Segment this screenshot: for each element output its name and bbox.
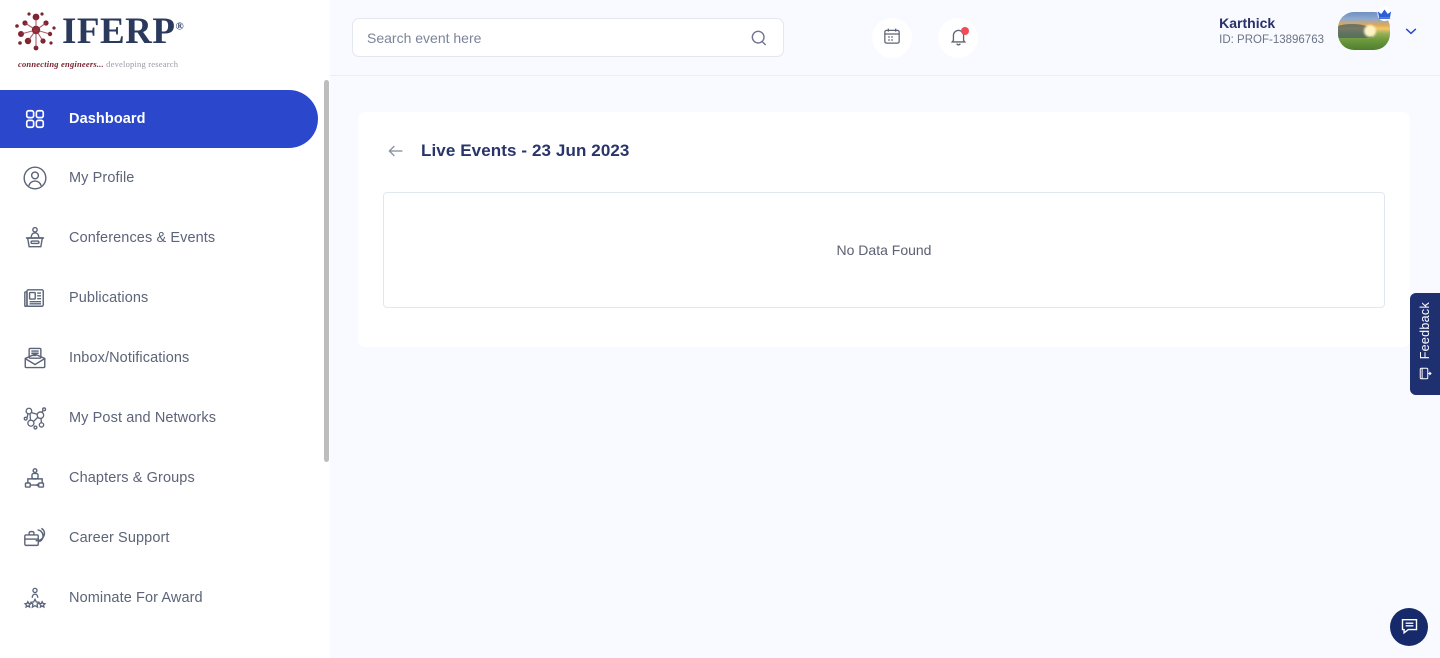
podium-icon <box>18 221 52 255</box>
live-events-card: Live Events - 23 Jun 2023 No Data Found <box>358 112 1410 347</box>
chat-bubble-icon <box>1399 615 1420 639</box>
page-title: Live Events - 23 Jun 2023 <box>421 141 630 160</box>
search-input[interactable] <box>367 29 749 46</box>
notification-badge <box>961 26 969 35</box>
network-nodes-icon <box>18 401 52 435</box>
arrow-left-icon[interactable] <box>385 140 407 162</box>
sidebar-item-label: Publications <box>69 290 149 306</box>
sidebar-item-inbox-notifications[interactable]: Inbox/Notifications <box>0 328 330 388</box>
sidebar: IFERP® connecting engineers... developin… <box>0 0 330 658</box>
avatar-sun <box>1364 25 1376 37</box>
empty-state-box: No Data Found <box>383 192 1385 308</box>
empty-state-message: No Data Found <box>836 242 932 258</box>
top-bar: Karthick ID: PROF-13896763 <box>330 0 1440 76</box>
sidebar-item-dashboard[interactable]: Dashboard <box>0 90 318 148</box>
sidebar-item-label: Career Support <box>69 530 170 546</box>
award-star-icon <box>18 581 52 615</box>
sidebar-item-label: Chapters & Groups <box>69 470 195 486</box>
open-envelope-icon <box>18 341 52 375</box>
sidebar-item-career-support[interactable]: Career Support <box>0 508 330 568</box>
user-menu[interactable]: Karthick ID: PROF-13896763 <box>1219 7 1420 50</box>
grid-icon <box>18 102 52 136</box>
feedback-label: Feedback <box>1418 302 1432 360</box>
calendar-icon <box>882 26 902 49</box>
sidebar-item-label: My Post and Networks <box>69 410 217 426</box>
card-header: Live Events - 23 Jun 2023 <box>383 134 1385 168</box>
brand-tagline: connecting engineers... developing resea… <box>18 58 179 69</box>
sidebar-item-my-profile[interactable]: My Profile <box>0 148 330 208</box>
crown-icon <box>1376 7 1393 21</box>
sidebar-item-nominate-for-award[interactable]: Nominate For Award <box>0 568 330 628</box>
briefcase-icon <box>18 521 52 555</box>
header-icon-group <box>872 17 978 58</box>
sidebar-item-label: My Profile <box>69 170 135 186</box>
sidebar-scrollbar[interactable] <box>324 80 329 462</box>
group-chart-icon <box>18 461 52 495</box>
search-bar[interactable] <box>352 18 784 57</box>
app-root: IFERP® connecting engineers... developin… <box>0 0 1440 658</box>
sidebar-nav: Dashboard My Profile Conferences & Event… <box>0 76 330 628</box>
sidebar-item-label: Conferences & Events <box>69 230 216 246</box>
main-area: Karthick ID: PROF-13896763 <box>330 0 1440 658</box>
newspaper-icon <box>18 281 52 315</box>
user-name: Karthick <box>1219 15 1276 31</box>
search-icon[interactable] <box>749 28 769 48</box>
sidebar-item-label: Dashboard <box>69 111 146 127</box>
user-circle-icon <box>18 161 52 195</box>
sidebar-item-conferences-events[interactable]: Conferences & Events <box>0 208 330 268</box>
sidebar-item-my-post-and-networks[interactable]: My Post and Networks <box>0 388 330 448</box>
content-area: Live Events - 23 Jun 2023 No Data Found <box>330 76 1440 347</box>
sidebar-item-label: Nominate For Award <box>69 590 203 606</box>
brand-logo[interactable]: IFERP® connecting engineers... developin… <box>0 0 330 76</box>
avatar-wrapper[interactable] <box>1338 7 1392 50</box>
feedback-tab[interactable]: Feedback <box>1410 293 1440 395</box>
sidebar-item-publications[interactable]: Publications <box>0 268 330 328</box>
registered-mark: ® <box>175 20 185 33</box>
user-info: Karthick ID: PROF-13896763 <box>1219 14 1324 48</box>
chat-button[interactable] <box>1390 608 1428 646</box>
notifications-button[interactable] <box>938 17 978 58</box>
chevron-down-icon[interactable] <box>1402 22 1420 40</box>
sidebar-item-label: Inbox/Notifications <box>69 350 190 366</box>
user-id: ID: PROF-13896763 <box>1219 34 1324 46</box>
brand-name: IFERP® <box>62 11 185 52</box>
molecule-network-icon <box>12 8 60 56</box>
sidebar-item-chapters-groups[interactable]: Chapters & Groups <box>0 448 330 508</box>
feedback-page-icon <box>1418 366 1433 381</box>
calendar-button[interactable] <box>872 17 912 58</box>
